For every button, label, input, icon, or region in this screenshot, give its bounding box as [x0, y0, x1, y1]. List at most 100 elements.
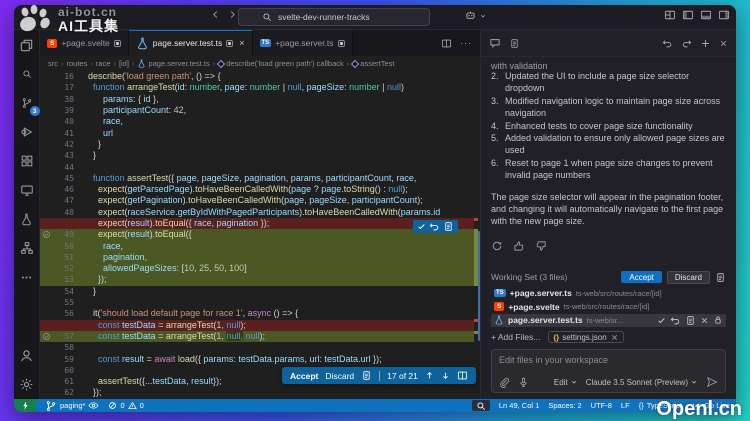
changes-file-icon[interactable] [361, 370, 372, 381]
file-name: page.server.test.ts [508, 315, 583, 326]
thumbs-up-icon[interactable] [513, 240, 525, 252]
tab--page-svelte[interactable]: S +page.svelte [40, 30, 129, 56]
close-panel-icon[interactable] [719, 39, 728, 48]
explorer-icon[interactable] [17, 35, 37, 55]
go-live[interactable]: Go Live [691, 401, 730, 411]
extensions-icon[interactable] [17, 151, 37, 171]
copilot-menu[interactable] [464, 9, 487, 22]
attach-icon[interactable] [499, 377, 510, 388]
line-number: 55 [64, 298, 74, 308]
account-icon[interactable] [17, 345, 37, 365]
open-change-icon[interactable] [443, 221, 454, 232]
redo-edit-icon[interactable] [681, 38, 692, 49]
model-dropdown[interactable]: Claude 3.5 Sonnet (Preview) [586, 378, 698, 387]
breadcrumb-item[interactable]: routes [67, 59, 88, 68]
copilot-edits-panel: with validation 2. Updated the UI to incl… [480, 30, 736, 399]
accept-button[interactable]: Accept [621, 271, 662, 283]
search-input[interactable] [276, 11, 406, 23]
errors-icon [108, 401, 117, 410]
back-icon[interactable] [210, 9, 221, 20]
undo-edit-icon[interactable] [662, 38, 673, 49]
search-icon [262, 12, 272, 22]
breadcrumb-item[interactable]: src [48, 59, 58, 68]
remote-indicator[interactable] [14, 399, 36, 412]
editor-more-actions-icon[interactable]: ··· [460, 38, 472, 48]
toggle-panel-icon[interactable] [700, 9, 712, 21]
mode-dropdown[interactable]: Edit [554, 378, 578, 387]
tab-label: +page.svelte [61, 38, 110, 48]
chat-icon[interactable] [489, 37, 501, 49]
command-center-search[interactable] [238, 8, 430, 26]
eye-icon [88, 400, 99, 411]
forward-icon[interactable] [227, 9, 238, 20]
discard-change-icon[interactable] [429, 221, 440, 232]
close-tab-icon[interactable]: × [239, 38, 244, 48]
accept-all-button[interactable]: Accept [290, 371, 318, 381]
send-icon[interactable] [706, 376, 718, 388]
remove-chip-icon[interactable] [610, 333, 619, 342]
mic-icon[interactable] [518, 377, 529, 388]
ruler-removed-mark [474, 218, 478, 221]
tab-label: page.server.test.ts [152, 38, 223, 48]
testing-icon[interactable] [17, 209, 37, 229]
accept-change-icon[interactable] [417, 222, 426, 231]
breadcrumb-item[interactable]: race [96, 59, 111, 68]
line-number: 17 [64, 83, 74, 93]
breadcrumb[interactable]: src › routes › race › [id] › page.server.test.ts… [40, 56, 480, 71]
divider [379, 370, 381, 381]
open-diff-icon[interactable] [457, 370, 468, 381]
view-changes-icon[interactable] [715, 272, 726, 283]
toggle-secondary-sidebar-icon[interactable] [718, 9, 730, 21]
working-set-file--page-server-ts[interactable]: TS +page.server.ts ts-web/src/routes/race/… [491, 287, 726, 301]
toggle-sidebar-icon[interactable] [682, 9, 694, 21]
diff-marker-icon[interactable] [40, 332, 53, 341]
working-set-file--page-svelte[interactable]: S +page.svelte ts-web/src/routes/race/[id] [491, 300, 726, 314]
discard-button[interactable]: Discard [666, 270, 710, 284]
run-debug-icon[interactable] [17, 122, 37, 142]
new-session-icon[interactable] [700, 38, 711, 49]
indentation[interactable]: Spaces: 2 [548, 401, 581, 410]
zoom-indicator[interactable] [471, 400, 490, 411]
project-structure-icon[interactable] [17, 238, 37, 258]
chat-response-area[interactable]: with validation 2. Updated the UI to incl… [481, 57, 736, 399]
breadcrumb-separator: › [346, 59, 350, 68]
working-set-file-page-server-test-ts[interactable]: page.server.test.ts ts-web/sr... [491, 313, 726, 327]
split-editor-icon[interactable] [441, 38, 452, 49]
more-views-icon[interactable] [17, 267, 37, 287]
diff-marker-icon[interactable] [40, 230, 53, 239]
settings-gear-icon[interactable] [17, 374, 37, 394]
regenerate-icon[interactable] [491, 240, 503, 252]
code-editor[interactable]: 16 describe('load green path', () => {17… [40, 71, 480, 399]
git-branch-item[interactable]: paging* [45, 400, 99, 412]
next-change-icon[interactable] [441, 371, 450, 380]
encoding[interactable]: UTF-8 [591, 401, 612, 410]
previous-change-icon[interactable] [425, 371, 434, 380]
session-log-icon[interactable] [509, 38, 520, 49]
tab-page-server-test-ts[interactable]: page.server.test.ts × [128, 30, 253, 56]
live-preview-icon[interactable] [17, 180, 37, 200]
inline-diff-actions[interactable] [413, 220, 458, 233]
language-mode[interactable]: {} TypeScript [639, 401, 682, 410]
customize-layout-icon[interactable] [664, 9, 676, 21]
problems-item[interactable]: 0 0 [108, 401, 144, 410]
tab--page-server-ts[interactable]: TS +page.server.ts [252, 30, 353, 56]
breadcrumb-item[interactable]: assertTest [351, 59, 394, 68]
line-number: 58 [64, 343, 74, 353]
breadcrumb-item[interactable]: [id] [119, 59, 129, 68]
settings-json-chip[interactable]: {} settings.json [548, 331, 624, 343]
discard-all-button[interactable]: Discard [325, 371, 354, 381]
cursor-position[interactable]: Ln 49, Col 1 [499, 401, 539, 410]
tab-list: S +page.svelte page.server.test.ts × TS +page… [40, 30, 353, 56]
breadcrumb-item[interactable]: page.server.test.ts [137, 59, 210, 68]
source-control-icon[interactable]: 3 [17, 93, 40, 116]
search-sidebar-icon[interactable] [17, 64, 37, 84]
chat-input-box[interactable]: Edit files in your workspace Edit Claude… [491, 349, 726, 393]
check-icon [657, 315, 666, 326]
thumbs-down-icon[interactable] [535, 240, 547, 252]
eol[interactable]: LF [621, 401, 630, 410]
test-flask-icon [137, 59, 146, 68]
add-files-button[interactable]: + Add Files... [491, 332, 540, 342]
desktop-background: 3 S+page.svelte page.server.test.ts × TS+pa… [0, 0, 750, 421]
code-line: 55 [40, 297, 480, 308]
breadcrumb-item[interactable]: describe('load green path') callback [217, 59, 344, 68]
